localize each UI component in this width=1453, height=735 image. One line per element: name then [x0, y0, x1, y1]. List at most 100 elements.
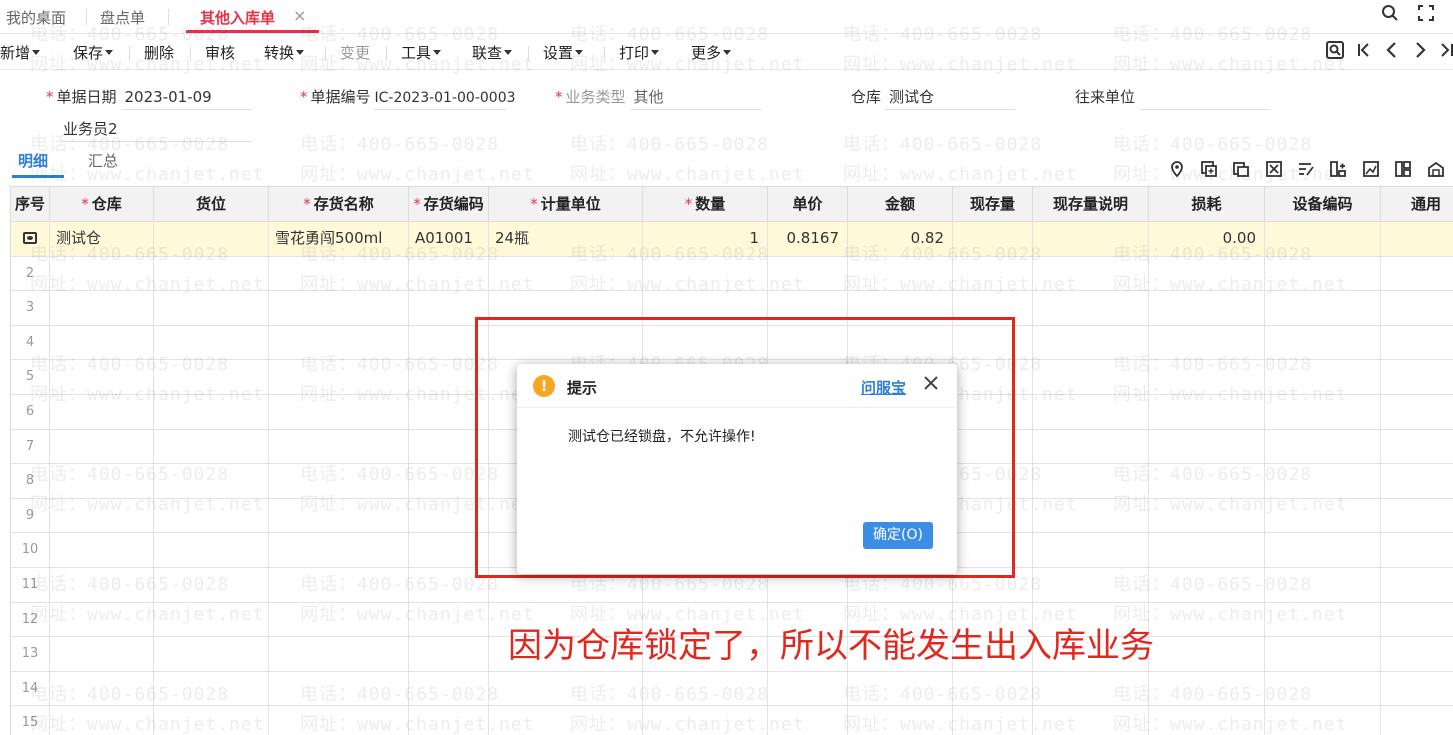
change-button[interactable]: 变更 [340, 42, 370, 63]
grid-cell[interactable] [953, 706, 1033, 735]
convert-button[interactable]: 转换 [264, 42, 305, 63]
cell-warehouse[interactable]: 测试仓 [50, 222, 154, 256]
grid-cell[interactable] [409, 706, 489, 735]
grid-cell[interactable] [1033, 256, 1149, 291]
grid-cell[interactable] [154, 568, 269, 602]
grid-cell[interactable] [50, 429, 154, 464]
grid-cell[interactable] [768, 706, 848, 735]
grid-cell[interactable] [643, 706, 768, 735]
tab-other-inbound[interactable]: 其他入库单 [200, 7, 275, 28]
delete-button[interactable]: 删除 [144, 42, 174, 63]
grid-cell[interactable] [1381, 291, 1453, 325]
grid-cell[interactable] [1265, 429, 1381, 464]
fullscreen-icon[interactable] [1415, 4, 1437, 26]
print-button[interactable]: 打印 [619, 42, 660, 63]
grid-cell[interactable] [50, 533, 154, 567]
cell-unit[interactable]: 24瓶 [489, 222, 643, 256]
grid-cell[interactable] [1381, 430, 1453, 464]
grid-cell[interactable] [50, 637, 154, 671]
col-header-device-code[interactable]: 设备编码 [1265, 187, 1381, 222]
grid-cell[interactable] [1149, 256, 1265, 291]
grid-cell[interactable] [269, 671, 409, 706]
grid-cell[interactable] [1265, 464, 1381, 498]
column-settings-icon[interactable] [1393, 160, 1413, 180]
grid-cell[interactable] [1265, 706, 1381, 735]
partner-field[interactable]: 往来单位 [1075, 86, 1143, 107]
grid-cell[interactable] [154, 291, 269, 325]
grid-cell[interactable] [154, 602, 269, 637]
col-header-loss[interactable]: 损耗 [1149, 187, 1265, 222]
tab-summary[interactable]: 汇总 [88, 150, 118, 171]
col-header-stock-note[interactable]: 现存量说明 [1033, 187, 1149, 222]
grid-cell[interactable] [1381, 360, 1453, 394]
grid-cell[interactable] [50, 360, 154, 394]
grid-cell[interactable] [409, 602, 489, 637]
grid-cell[interactable] [1033, 464, 1149, 498]
col-header-unit[interactable]: * 计量单位 [489, 187, 643, 222]
grid-cell[interactable] [1149, 429, 1265, 464]
delete-row-icon[interactable] [1264, 160, 1284, 180]
grid-cell[interactable] [50, 395, 154, 429]
table-row[interactable]: 测试仓 雪花勇闯500ml A01001 24瓶 1 0.8167 0.82 0… [11, 222, 1453, 257]
grid-cell[interactable] [489, 671, 643, 706]
grid-cell[interactable] [269, 360, 409, 394]
grid-cell[interactable] [154, 256, 269, 291]
grid-cell[interactable] [154, 395, 269, 429]
cell-stock-note[interactable] [1033, 222, 1149, 256]
row-edit-icon[interactable] [11, 222, 50, 256]
grid-cell[interactable] [50, 602, 154, 637]
help-link[interactable]: 问服宝 [861, 377, 906, 398]
grid-cell[interactable] [50, 498, 154, 533]
grid-cell[interactable] [1381, 603, 1453, 637]
tools-button[interactable]: 工具 [401, 42, 442, 63]
grid-cell[interactable] [269, 533, 409, 567]
grid-cell[interactable] [1033, 498, 1149, 533]
grid-cell[interactable] [1149, 533, 1265, 567]
grid-cell[interactable] [269, 464, 409, 498]
last-record-icon[interactable] [1436, 40, 1453, 64]
close-icon[interactable] [920, 372, 942, 398]
grid-cell[interactable] [1381, 637, 1453, 671]
new-button[interactable]: 新增 [0, 42, 41, 63]
grid-cell[interactable] [1149, 464, 1265, 498]
grid-cell[interactable] [1381, 568, 1453, 602]
first-record-icon[interactable] [1354, 40, 1374, 64]
tab-stocktake[interactable]: 盘点单 [100, 7, 145, 28]
grid-cell[interactable] [50, 325, 154, 360]
col-header-stock[interactable]: 现存量 [953, 187, 1033, 222]
grid-cell[interactable] [1265, 360, 1381, 394]
next-record-icon[interactable] [1410, 40, 1430, 64]
grid-cell[interactable] [1149, 325, 1265, 360]
grid-cell[interactable] [50, 464, 154, 498]
grid-cell[interactable] [1381, 706, 1453, 735]
grid-cell[interactable] [1033, 706, 1149, 735]
cell-amount[interactable]: 0.82 [848, 222, 953, 256]
grid-cell[interactable] [1381, 326, 1453, 360]
grid-cell[interactable] [154, 706, 269, 735]
grid-cell[interactable] [1265, 256, 1381, 291]
grid-cell[interactable] [409, 637, 489, 671]
grid-cell[interactable] [1381, 395, 1453, 429]
grid-cell[interactable] [269, 568, 409, 602]
table-row[interactable]: 2 [11, 256, 1453, 292]
cell-stock[interactable] [953, 222, 1033, 256]
grid-cell[interactable] [1381, 464, 1453, 498]
grid-cell[interactable] [1265, 602, 1381, 637]
locate-icon[interactable] [1325, 40, 1345, 64]
batch-edit-icon[interactable] [1296, 160, 1316, 180]
grid-cell[interactable] [1149, 291, 1265, 325]
cell-general[interactable] [1381, 222, 1453, 256]
warehouse-icon[interactable] [1426, 160, 1446, 180]
grid-cell[interactable] [1381, 533, 1453, 567]
col-header-seq[interactable]: 序号 [11, 187, 50, 222]
grid-cell[interactable] [1265, 568, 1381, 602]
table-row[interactable]: 15 [11, 706, 1453, 735]
grid-cell[interactable] [1033, 533, 1149, 567]
col-header-item-code[interactable]: * 存货编码 [409, 187, 489, 222]
doc-date-field[interactable]: * 单据日期 2023-01-09 [46, 86, 212, 107]
grid-cell[interactable] [1149, 706, 1265, 735]
grid-cell[interactable] [1381, 672, 1453, 706]
grid-cell[interactable] [50, 671, 154, 706]
grid-cell[interactable] [1265, 291, 1381, 325]
grid-cell[interactable] [1033, 291, 1149, 325]
